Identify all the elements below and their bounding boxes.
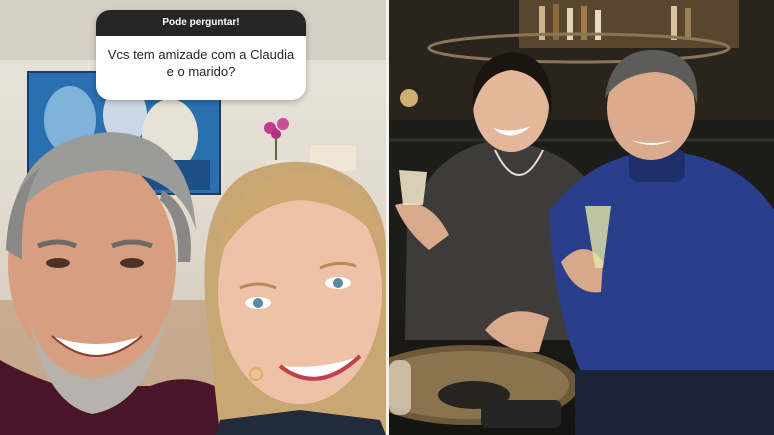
woman-selfie-person xyxy=(204,161,386,435)
left-selfie-panel: Pode perguntar! Vcs tem amizade com a Cl… xyxy=(0,0,386,435)
restaurant-scene xyxy=(389,0,774,435)
right-restaurant-photo-panel xyxy=(389,0,774,435)
question-sticker-header: Pode perguntar! xyxy=(96,10,306,36)
sun-glare-icon xyxy=(400,89,418,107)
question-sticker: Pode perguntar! Vcs tem amizade com a Cl… xyxy=(96,10,306,100)
question-sticker-text: Vcs tem amizade com a Claudia e o marido… xyxy=(107,47,295,79)
